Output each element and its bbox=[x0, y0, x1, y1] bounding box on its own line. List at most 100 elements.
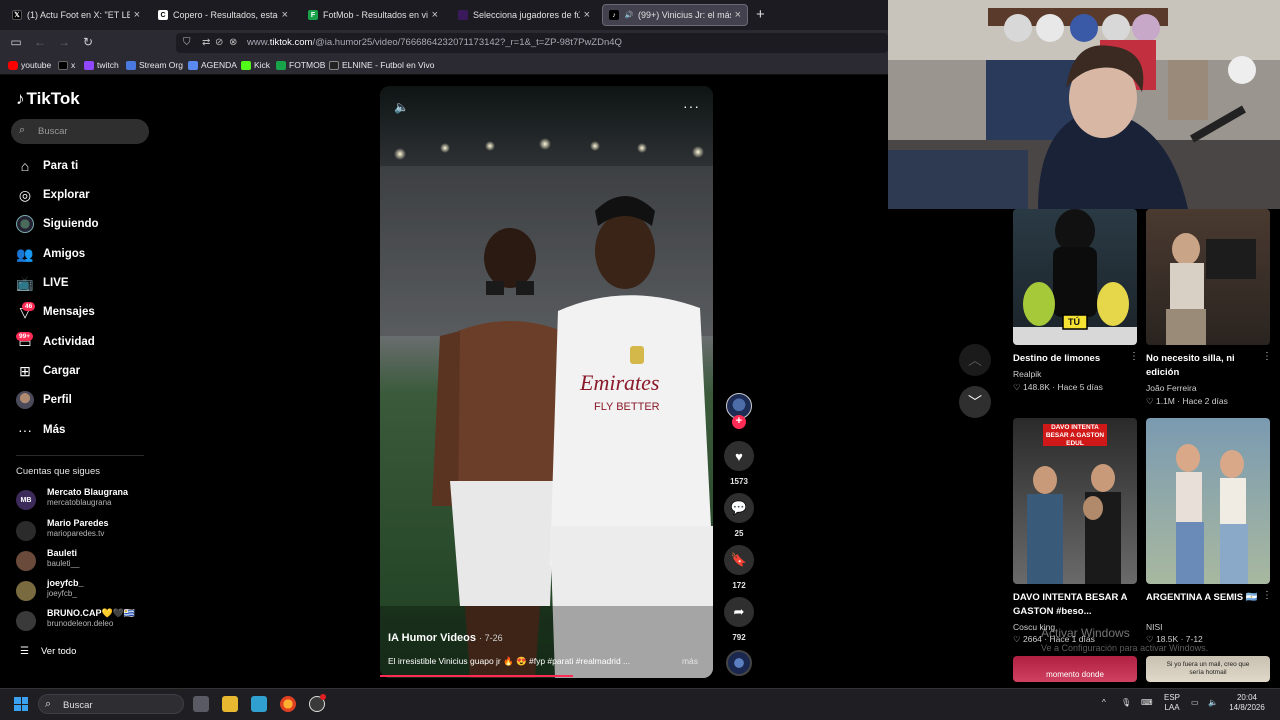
follow-plus-button[interactable]: + bbox=[732, 415, 746, 429]
volume-icon[interactable]: 🔈 bbox=[394, 100, 409, 114]
firefox-icon[interactable] bbox=[280, 696, 296, 712]
see-all-button[interactable]: ☰ Ver todo bbox=[20, 646, 76, 657]
bookmark-youtube[interactable]: youtube bbox=[8, 60, 51, 70]
previous-video-button[interactable]: ︿ bbox=[959, 344, 991, 376]
reload-button[interactable]: ↻ bbox=[81, 35, 95, 49]
permissions-icon[interactable]: ⇄ bbox=[202, 37, 210, 48]
notification-dot bbox=[320, 694, 326, 700]
nav-siguiendo[interactable]: Siguiendo bbox=[16, 214, 99, 234]
volume-icon[interactable]: 🔈 bbox=[1208, 698, 1218, 708]
messages-badge: 46 bbox=[22, 302, 36, 311]
close-tab-icon[interactable]: × bbox=[282, 9, 288, 21]
comment-count: 25 bbox=[734, 529, 744, 538]
forward-button[interactable]: → bbox=[57, 35, 71, 49]
url-text[interactable]: www.tiktok.com/@ia.humor25/video/7666864… bbox=[247, 37, 622, 48]
thumbnail-art bbox=[1166, 233, 1256, 345]
activity-badge: 99+ bbox=[16, 332, 34, 341]
close-tab-icon[interactable]: × bbox=[735, 9, 741, 21]
thumbnail-art bbox=[1176, 444, 1248, 584]
mic-blocked-icon[interactable]: ⊗ bbox=[229, 37, 237, 48]
more-vertical-icon[interactable]: ⋮ bbox=[1262, 351, 1272, 362]
share-count: 792 bbox=[732, 633, 746, 642]
windows-activation-subtitle: Ve a Configuración para activar Windows. bbox=[1041, 643, 1209, 653]
taskbar-search-input[interactable]: ⌕ Buscar bbox=[38, 694, 184, 714]
nav-mas[interactable]: ··· Más bbox=[16, 420, 65, 440]
avatar bbox=[16, 581, 36, 601]
nav-live[interactable]: 📺 LIVE bbox=[16, 273, 68, 293]
more-icon: ··· bbox=[18, 422, 32, 438]
sidebar-toggle-icon[interactable]: ▭ bbox=[9, 35, 23, 49]
tiktok-logo-icon: ♪ bbox=[609, 10, 619, 20]
chevron-down-icon: ﹀ bbox=[968, 394, 982, 410]
task-view-icon[interactable] bbox=[193, 696, 209, 712]
close-tab-icon[interactable]: × bbox=[432, 9, 438, 21]
nav-para-ti[interactable]: ⌂ Para ti bbox=[16, 156, 78, 176]
music-disc-icon[interactable] bbox=[726, 650, 752, 676]
tab-selecciona[interactable]: Selecciona jugadores de fútbol× bbox=[452, 4, 596, 26]
bookmark-fotmob[interactable]: FOTMOB bbox=[276, 60, 325, 70]
tab-tiktok[interactable]: ♪ 🔊 (99+) Vinicius Jr: el más irre× bbox=[602, 4, 748, 26]
tray-chevron-icon[interactable]: ^ bbox=[1102, 698, 1106, 708]
nav-cargar[interactable]: ⊞ Cargar bbox=[16, 361, 80, 381]
feed-author: Realpik bbox=[1013, 369, 1042, 379]
camera-blocked-icon[interactable]: ⊘ bbox=[215, 37, 223, 48]
network-icon[interactable]: ▭ bbox=[1191, 698, 1199, 708]
video-author[interactable]: IA Humor Videos · 7-26 bbox=[388, 632, 503, 644]
more-vertical-icon[interactable]: ⋮ bbox=[1262, 590, 1272, 601]
search-input[interactable]: ⌕ Buscar bbox=[11, 119, 149, 144]
shield-icon[interactable]: ⛉ bbox=[183, 37, 191, 48]
avatar: MB bbox=[16, 490, 36, 510]
speaker-icon: 🔊 bbox=[624, 12, 634, 19]
share-button[interactable]: ➦ bbox=[724, 597, 754, 627]
webcam-feed bbox=[888, 0, 1280, 209]
comment-button[interactable]: 💬 bbox=[724, 493, 754, 523]
nav-explorar[interactable]: ◎ Explorar bbox=[16, 185, 90, 205]
friends-icon: 👥 bbox=[16, 245, 34, 262]
windows-start-button[interactable] bbox=[14, 697, 28, 711]
bookmark-elnine[interactable]: ELNINE - Futbol en Vivo bbox=[329, 60, 434, 70]
video-progress-bar[interactable] bbox=[380, 675, 573, 677]
live-icon: 📺 bbox=[16, 274, 34, 291]
keyboard-icon[interactable]: ⌨ bbox=[1141, 698, 1153, 708]
home-icon: ⌂ bbox=[20, 158, 30, 174]
microphone-icon[interactable]: 🎙 bbox=[1121, 698, 1131, 708]
file-explorer-icon[interactable] bbox=[222, 696, 238, 712]
feed-thumbnail bbox=[1146, 418, 1270, 584]
x-logo-icon: 𝕏 bbox=[12, 10, 22, 20]
notepad-icon[interactable] bbox=[251, 696, 267, 712]
feed-thumbnail bbox=[1146, 209, 1270, 345]
bookmark-kick[interactable]: Kick bbox=[241, 60, 270, 70]
windows-taskbar bbox=[0, 688, 1280, 720]
heart-icon: ♥ bbox=[735, 448, 743, 464]
bookmark-twitch[interactable]: twitch bbox=[84, 60, 119, 70]
nav-perfil[interactable]: Perfil bbox=[16, 390, 72, 410]
jersey-sponsor-sub: FLY BETTER bbox=[594, 401, 660, 413]
tab-actu-foot[interactable]: 𝕏 (1) Actu Foot en X: "ET LE PREM× bbox=[6, 4, 146, 26]
close-tab-icon[interactable]: × bbox=[134, 9, 140, 21]
more-link[interactable]: más bbox=[682, 656, 698, 666]
like-button[interactable]: ♥ bbox=[724, 441, 754, 471]
tab-fotmob[interactable]: F FotMob - Resultados en vivo de× bbox=[302, 4, 444, 26]
tiktok-logo[interactable]: ♪ TikTok bbox=[16, 89, 80, 109]
nav-amigos[interactable]: 👥 Amigos bbox=[16, 244, 85, 264]
clock[interactable]: 20:04 14/8/2026 bbox=[1224, 693, 1270, 713]
more-options-icon[interactable]: ··· bbox=[683, 98, 700, 114]
feed-stats: ♡ 148.8K · Hace 5 días bbox=[1013, 382, 1103, 392]
thumbnail-overlay-text: DAVO INTENTA BESAR A GASTON EDUL bbox=[1045, 424, 1105, 447]
avatar bbox=[16, 521, 36, 541]
windows-activation-title: Activar Windows bbox=[1041, 626, 1130, 640]
video-player[interactable]: Emirates FLY BETTER bbox=[380, 86, 713, 678]
tab-copero[interactable]: C Copero - Resultados, estadístic× bbox=[152, 4, 294, 26]
next-video-button[interactable]: ﹀ bbox=[959, 386, 991, 418]
close-tab-icon[interactable]: × bbox=[584, 9, 590, 21]
back-button[interactable]: ← bbox=[33, 35, 47, 49]
bookmark-agenda[interactable]: AGENDA bbox=[188, 60, 237, 70]
new-tab-button[interactable]: + bbox=[756, 6, 765, 23]
bookmark-stream-org[interactable]: Stream Org bbox=[126, 60, 183, 70]
bookmark-x[interactable]: x bbox=[58, 60, 75, 70]
x-logo-icon bbox=[58, 60, 68, 70]
more-vertical-icon[interactable]: ⋮ bbox=[1129, 351, 1139, 362]
input-language[interactable]: ESP LAA bbox=[1164, 693, 1180, 713]
save-button[interactable]: 🔖 bbox=[724, 545, 754, 575]
fotmob-logo-icon: F bbox=[308, 10, 318, 20]
